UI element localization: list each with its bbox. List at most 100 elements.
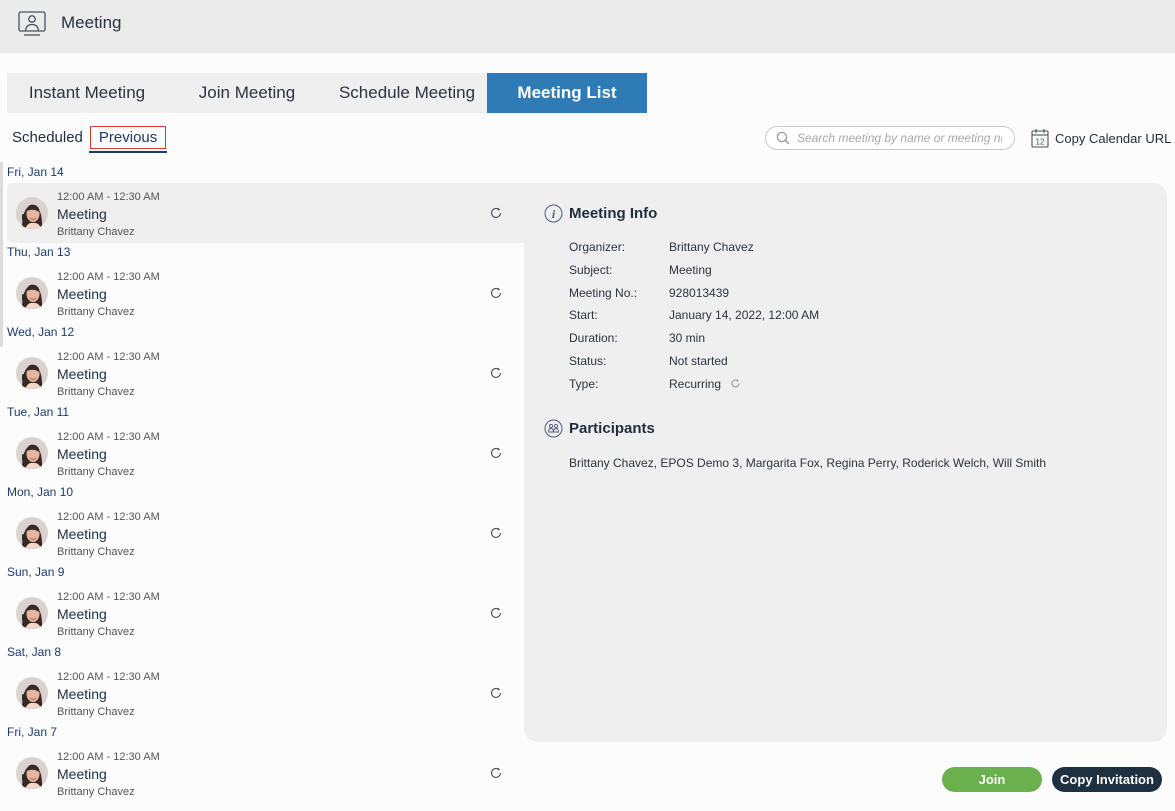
info-value: Not started [669, 354, 728, 368]
recurring-icon [730, 378, 741, 389]
info-key: Subject: [569, 262, 613, 277]
day-label: Sun, Jan 9 [7, 565, 65, 579]
info-value: 30 min [669, 331, 705, 345]
meeting-list-item[interactable]: 12:00 AM - 12:30 AM Meeting Brittany Chave… [7, 343, 524, 403]
organizer-avatar [16, 597, 48, 629]
svg-text:i: i [552, 207, 556, 221]
meeting-time: 12:00 AM - 12:30 AM [57, 191, 160, 203]
meeting-organizer: Brittany Chavez [57, 546, 135, 558]
organizer-avatar [16, 197, 48, 229]
meeting-organizer: Brittany Chavez [57, 226, 135, 238]
participants-title: Participants [569, 420, 655, 437]
copy-invitation-button[interactable]: Copy Invitation [1052, 767, 1162, 792]
list-scrollbar[interactable] [0, 162, 3, 347]
info-row: Organizer: Brittany Chavez [569, 240, 754, 254]
participants-icon [544, 419, 563, 438]
meeting-title: Meeting [57, 766, 107, 782]
info-value-text: January 14, 2022, 12:00 AM [669, 308, 820, 323]
meeting-time: 12:00 AM - 12:30 AM [57, 511, 160, 523]
recurring-icon [489, 446, 503, 460]
meeting-list-item[interactable]: 12:00 AM - 12:30 AM Meeting Brittany Chave… [7, 183, 524, 243]
participants-list: Brittany Chavez, EPOS Demo 3, Margarita … [569, 456, 1047, 470]
meeting-details-panel: i Meeting Info Organizer: Brittany Chavez… [524, 183, 1167, 742]
organizer-avatar [16, 757, 48, 789]
recurring-icon [489, 766, 503, 780]
meeting-organizer: Brittany Chavez [57, 706, 135, 718]
recurring-icon [489, 206, 503, 220]
organizer-avatar [16, 437, 48, 469]
search-icon [776, 131, 790, 145]
tab-meeting-list[interactable]: Meeting List [487, 73, 647, 113]
meeting-time: 12:00 AM - 12:30 AM [57, 591, 160, 603]
info-row: Status: Not started [569, 354, 728, 368]
info-row: Subject: Meeting [569, 263, 712, 277]
subtab-previous[interactable]: Previous [88, 126, 168, 153]
info-key: Status: [569, 354, 607, 368]
info-key: Start: [569, 308, 598, 323]
meeting-title: Meeting [57, 366, 107, 382]
info-key: Duration: [569, 331, 618, 346]
list-filter-tabs: Scheduled Previous [12, 126, 168, 153]
search-input[interactable] [797, 131, 1002, 145]
info-row: Start: January 14, 2022, 12:00 AM [569, 308, 819, 322]
meeting-list-item[interactable]: 12:00 AM - 12:30 AM Meeting Brittany Chave… [7, 583, 524, 643]
info-row: Meeting No.: 928013439 [569, 286, 729, 300]
meeting-title: Meeting [57, 686, 107, 702]
meeting-list: Fri, Jan 14 12:00 AM - 12:30 AM Meeting Bri… [7, 163, 524, 803]
meeting-title: Meeting [57, 286, 107, 302]
subtab-scheduled[interactable]: Scheduled [12, 129, 83, 146]
meeting-title: Meeting [57, 606, 107, 622]
meeting-list-item[interactable]: 12:00 AM - 12:30 AM Meeting Brittany Chave… [7, 743, 524, 803]
search-box [765, 126, 1015, 150]
day-label: Sat, Jan 8 [7, 645, 62, 659]
organizer-avatar [16, 677, 48, 709]
info-value-text: Meeting [669, 262, 712, 277]
meeting-list-item[interactable]: 12:00 AM - 12:30 AM Meeting Brittany Chave… [7, 503, 524, 563]
calendar-icon-day: 12 [1036, 138, 1045, 147]
copy-calendar-url-button[interactable]: 12 Copy Calendar URL [1031, 128, 1171, 148]
info-value-text: Recurring [669, 376, 722, 391]
recurring-icon [489, 686, 503, 700]
meeting-organizer: Brittany Chavez [57, 786, 135, 798]
info-key: Type: [569, 376, 599, 391]
meeting-time: 12:00 AM - 12:30 AM [57, 751, 160, 763]
recurring-icon [489, 526, 503, 540]
meeting-time: 12:00 AM - 12:30 AM [57, 671, 160, 683]
info-value-text: 30 min [669, 331, 706, 346]
info-value: Recurring [669, 377, 741, 391]
meeting-list-item[interactable]: 12:00 AM - 12:30 AM Meeting Brittany Chave… [7, 263, 524, 323]
tab-join-meeting[interactable]: Join Meeting [167, 73, 327, 113]
info-key: Meeting No.: [569, 285, 638, 300]
recurring-icon [489, 366, 503, 380]
tab-schedule-meeting[interactable]: Schedule Meeting [327, 73, 487, 113]
day-label: Mon, Jan 10 [7, 485, 74, 499]
organizer-avatar [16, 357, 48, 389]
day-label: Wed, Jan 12 [7, 325, 75, 339]
tab-instant-meeting[interactable]: Instant Meeting [7, 73, 167, 113]
main-tabs: Instant Meeting Join Meeting Schedule Me… [7, 73, 647, 113]
meeting-time: 12:00 AM - 12:30 AM [57, 351, 160, 363]
participants-heading: Participants [544, 419, 655, 438]
organizer-avatar [16, 517, 48, 549]
recurring-icon [489, 286, 503, 300]
title-bar: Meeting [0, 0, 1175, 53]
info-icon: i [544, 204, 563, 223]
meeting-info-heading: i Meeting Info [544, 204, 657, 223]
meeting-organizer: Brittany Chavez [57, 306, 135, 318]
meeting-title: Meeting [57, 446, 107, 462]
info-value-text: Brittany Chavez [669, 240, 754, 254]
info-value: January 14, 2022, 12:00 AM [669, 308, 819, 322]
calendar-icon: 12 [1031, 129, 1049, 148]
meeting-organizer: Brittany Chavez [57, 466, 135, 478]
meeting-list-item[interactable]: 12:00 AM - 12:30 AM Meeting Brittany Chave… [7, 423, 524, 483]
join-button[interactable]: Join [942, 767, 1042, 792]
meeting-organizer: Brittany Chavez [57, 386, 135, 398]
meeting-organizer: Brittany Chavez [57, 626, 135, 638]
organizer-avatar [16, 277, 48, 309]
day-label: Fri, Jan 14 [7, 165, 64, 179]
recurring-icon [489, 606, 503, 620]
info-key: Organizer: [569, 240, 626, 254]
info-value: 928013439 [669, 286, 729, 300]
meeting-list-item[interactable]: 12:00 AM - 12:30 AM Meeting Brittany Chave… [7, 663, 524, 723]
meeting-title: Meeting [57, 206, 107, 222]
